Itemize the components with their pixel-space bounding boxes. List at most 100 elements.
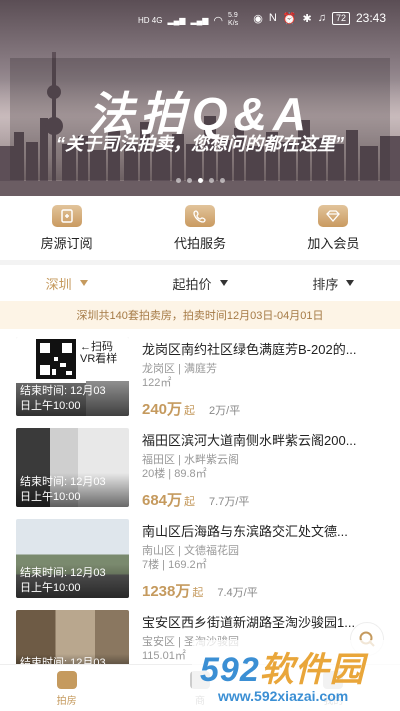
watermark-text: 软件园 (259, 651, 365, 689)
net-speed-unit: K/s (228, 20, 239, 27)
listing-item[interactable]: 结束时间: 12月03 日上午10:00 福田区滨河大道南侧水畔紫云阁200..… (0, 420, 400, 511)
battery-indicator: 72 (331, 11, 350, 25)
listing-location: 南山区 | 文德福花园 (142, 545, 239, 557)
listing-info: 龙岗区南约社区绿色满庭芳B-202的... 龙岗区 | 满庭芳 122㎡ 240… (142, 339, 387, 419)
scan-text: 扫码 (91, 341, 113, 353)
price-suffix: 起 (184, 405, 196, 417)
end-time-line1: 结束时间: 12月03 (20, 476, 106, 488)
watermark-number: 592 (200, 651, 260, 689)
vr-label: VR看样 (80, 353, 118, 365)
alarm-icon: ⏰ (282, 12, 297, 25)
end-time-line2: 日上午10:00 (20, 491, 81, 503)
action-label: 加入会员 (307, 236, 360, 251)
arrow-left-icon: ← (80, 341, 91, 353)
listing-thumbnail: 结束时间: 12月03 日上午10:00 (16, 428, 129, 507)
price-value: 240万 (142, 401, 183, 418)
auction-end-time: 结束时间: 12月03 日上午10:00 (16, 473, 129, 507)
wifi-icon: ◠ (213, 14, 224, 27)
listing-info: 南山区后海路与东滨路交汇处文德... 南山区 | 文德福花园 7楼 | 169.… (142, 521, 387, 601)
listing-thumbnail: ←扫码 VR看样 结束时间: 12月03 日上午10:00 (16, 337, 129, 416)
eye-icon: ◉ (253, 12, 263, 25)
filter-label: 排序 (312, 276, 339, 292)
home-icon (56, 671, 77, 689)
tab-label: 拍房 (56, 696, 77, 707)
listing-price-row: 240万起 2万/平 (142, 398, 387, 419)
nfc-icon: N (268, 12, 277, 24)
carousel-dot-active (197, 178, 203, 183)
phone-icon (184, 205, 215, 227)
filter-bar: 深圳 起拍价 排序 (0, 265, 400, 301)
listing-item[interactable]: 结束时间: 12月03 日上午10:00 南山区后海路与东滨路交汇处文德... … (0, 511, 400, 602)
filter-label: 起拍价 (172, 276, 212, 292)
signal-icon: ▂▄▆ (190, 15, 209, 25)
listing-area: 122㎡ (142, 377, 172, 389)
unit-price: 7.7万/平 (209, 496, 250, 508)
scan-label: ←扫码 (80, 341, 117, 353)
action-membership[interactable]: 加入会员 (267, 196, 400, 260)
price-value: 684万 (142, 492, 183, 509)
signal-icon: ▂▄▆ (167, 15, 186, 25)
caret-down-icon (79, 280, 88, 286)
caret-down-icon (219, 280, 228, 286)
listing-location: 龙岗区 | 满庭芳 (142, 363, 217, 375)
action-label: 代拍服务 (173, 236, 226, 251)
caret-down-icon (346, 280, 355, 286)
clock: 23:43 (355, 11, 386, 25)
status-right: ◉ N ⏰ ✱ ♫ 72 23:43 (253, 11, 386, 25)
listing-list: ←扫码 VR看样 结束时间: 12月03 日上午10:00 龙岗区南约社区绿色满… (0, 329, 400, 693)
listing-price: 1238万起 (142, 580, 203, 601)
diamond-icon (318, 205, 349, 227)
end-time-line1: 结束时间: 12月03 (20, 567, 106, 579)
filter-start-price[interactable]: 起拍价 (133, 265, 266, 301)
qr-caption: ←扫码 VR看样 (80, 341, 117, 365)
action-label: 房源订阅 (40, 236, 93, 251)
listing-price: 684万起 (142, 489, 195, 510)
carousel-indicator (0, 178, 400, 183)
listing-price-row: 684万起 7.7万/平 (142, 489, 387, 510)
listing-title: 宝安区西乡街道新湖路圣淘沙骏园1... (142, 615, 356, 630)
result-summary: 深圳共140套拍卖房，拍卖时间12月03日-04月01日 (0, 301, 400, 329)
watermark-url: www.592xiazai.com (218, 688, 349, 704)
unit-price: 2万/平 (209, 405, 241, 417)
carousel-dot (208, 178, 214, 183)
subscribe-icon (51, 205, 82, 227)
bluetooth-icon: ✱ (302, 12, 312, 25)
price-suffix: 起 (184, 496, 196, 508)
listing-info: 福田区滨河大道南侧水畔紫云阁200... 福田区 | 水畔紫云阁 20楼 | 8… (142, 430, 387, 510)
filter-label: 深圳 (45, 276, 72, 292)
app-screen: 法拍Q&A “关于司法拍卖，您想问的都在这里” HD 4G ▂▄▆ ▂▄▆ ◠ … (0, 0, 400, 711)
listing-location: 福田区 | 水畔紫云阁 (142, 454, 239, 466)
end-time-line2: 日上午10:00 (20, 400, 81, 412)
listing-title: 福田区滨河大道南侧水畔紫云阁200... (142, 433, 357, 448)
price-suffix: 起 (192, 587, 204, 599)
filter-sort[interactable]: 排序 (267, 265, 400, 301)
listing-area: 7楼 | 169.2㎡ (142, 559, 207, 571)
listing-price: 240万起 (142, 398, 195, 419)
price-value: 1238万 (142, 583, 191, 600)
carousel-dot (175, 178, 181, 183)
carousel-dot (186, 178, 192, 183)
listing-item[interactable]: ←扫码 VR看样 结束时间: 12月03 日上午10:00 龙岗区南约社区绿色满… (0, 329, 400, 420)
banner-subtitle: “关于司法拍卖，您想问的都在这里” (56, 134, 344, 154)
status-left: HD 4G ▂▄▆ ▂▄▆ ◠ 5.9 K/s (138, 12, 238, 28)
action-bidding-service[interactable]: 代拍服务 (133, 196, 266, 260)
auction-end-time: 结束时间: 12月03 日上午10:00 (16, 564, 129, 598)
end-time-line2: 日上午10:00 (20, 582, 81, 594)
net-speed-value: 5.9 (228, 12, 238, 19)
end-time-line1: 结束时间: 12月03 (20, 385, 106, 397)
network-type: HD 4G (138, 15, 163, 25)
net-speed: 5.9 K/s (228, 12, 238, 28)
status-bar: HD 4G ▂▄▆ ▂▄▆ ◠ 5.9 K/s ◉ N ⏰ ✱ ♫ 72 23:… (0, 0, 400, 36)
tab-auction-house[interactable]: 拍房 (0, 665, 133, 711)
listing-area: 20楼 | 89.8㎡ (142, 468, 207, 480)
filter-city[interactable]: 深圳 (0, 265, 133, 301)
watermark-brand: 592软件园 (200, 642, 365, 691)
action-subscribe[interactable]: 房源订阅 (0, 196, 133, 260)
carousel-dot (219, 178, 225, 183)
listing-title: 龙岗区南约社区绿色满庭芳B-202的... (142, 342, 357, 357)
listing-title: 南山区后海路与东滨路交汇处文德... (142, 524, 348, 539)
site-watermark: 592软件园 www.592xiazai.com (192, 640, 400, 711)
mute-icon: ♫ (317, 12, 326, 24)
quick-actions: 房源订阅 代拍服务 加入会员 (0, 196, 400, 260)
listing-thumbnail: 结束时间: 12月03 日上午10:00 (16, 519, 129, 598)
